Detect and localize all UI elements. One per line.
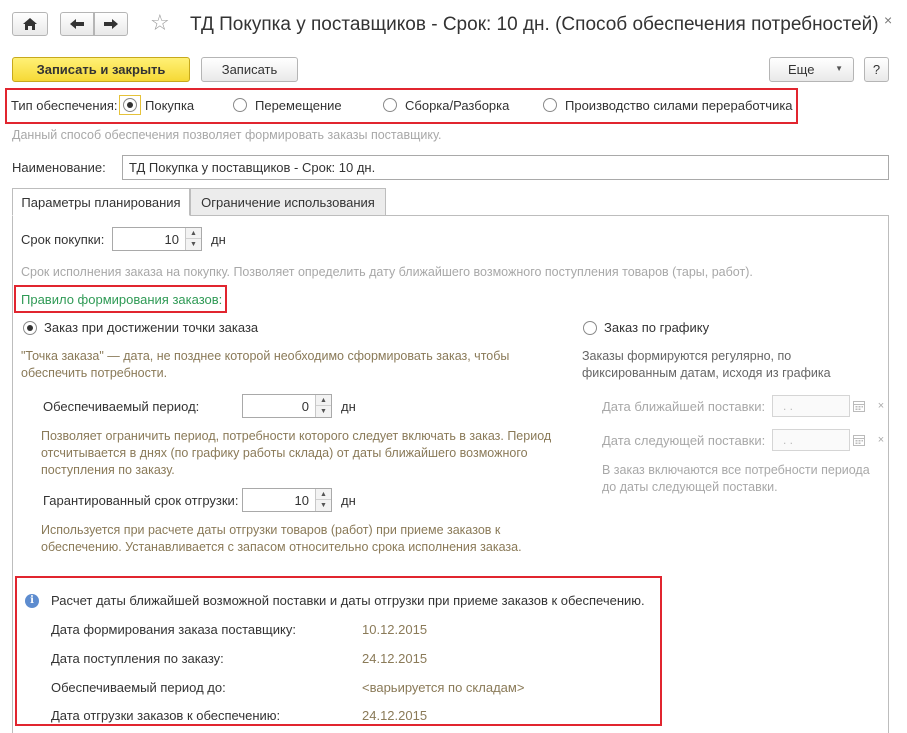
save-button[interactable]: Записать [201,57,298,82]
calendar-icon[interactable] [850,431,868,449]
save-and-close-button[interactable]: Записать и закрыть [12,57,190,82]
calc-row-value: 24.12.2015 [362,651,428,666]
radio-processor[interactable] [543,98,557,112]
stepper-up-icon[interactable]: ▲ [316,395,331,406]
stepper-up-icon[interactable]: ▲ [186,228,201,239]
forward-button[interactable] [94,12,128,36]
option-assembly-label: Сборка/Разборка [405,98,510,113]
calc-row-value: <варьируется по складам> [362,680,525,695]
period-stepper[interactable]: ▲ ▼ [315,395,331,417]
calc-heading: Расчет даты ближайшей возможной поставки… [51,593,645,608]
purchase-term-value: 10 [164,232,179,247]
order-point-hint: "Точка заказа" — дата, не позднее которо… [21,349,510,380]
period-hint: Позволяет ограничить период, потребности… [41,429,552,477]
radio-purchase[interactable] [123,98,137,112]
calc-row-label: Обеспечиваемый период до: [51,680,226,695]
radio-schedule[interactable] [583,321,597,335]
back-button[interactable] [60,12,94,36]
shipping-term-unit: дн [341,493,356,508]
tab-restrictions[interactable]: Ограничение использования [190,188,386,216]
calc-row-label: Дата отгрузки заказов к обеспечению: [51,708,281,723]
more-button[interactable]: Еще ▼ [769,57,854,82]
option-transfer-label: Перемещение [255,98,342,113]
calendar-icon[interactable] [850,397,868,415]
stepper-down-icon[interactable]: ▼ [316,406,331,417]
home-icon [23,18,37,30]
purchase-term-label: Срок покупки: [21,232,105,247]
calc-row-label: Дата поступления по заказу: [51,651,224,666]
shipping-term-value: 10 [294,493,309,508]
radio-assembly[interactable] [383,98,397,112]
period-label: Обеспечиваемый период: [43,399,200,414]
option-purchase-label: Покупка [145,98,195,113]
calc-row-value: 10.12.2015 [362,622,428,637]
period-input[interactable]: 0 ▲ ▼ [242,394,332,418]
close-icon[interactable]: × [884,12,892,28]
radio-order-point[interactable] [23,321,37,335]
next-delivery-label: Дата ближайшей поставки: [602,399,766,414]
purchase-term-input[interactable]: 10 ▲ ▼ [112,227,202,251]
info-icon: i [25,594,39,608]
name-label: Наименование: [12,160,106,175]
supply-type-label: Тип обеспечения: [11,98,118,113]
home-button[interactable] [12,12,48,36]
purchase-term-hint: Срок исполнения заказа на покупку. Позво… [21,265,753,279]
help-button[interactable]: ? [864,57,889,82]
purchase-term-unit: дн [211,232,226,247]
period-unit: дн [341,399,356,414]
calc-row-value: 24.12.2015 [362,708,428,723]
shipping-term-hint: Используется при расчете даты отгрузки т… [41,523,522,554]
window-title: ТД Покупка у поставщиков - Срок: 10 дн. … [190,14,879,35]
clear-icon[interactable]: × [872,431,890,449]
following-delivery-input[interactable]: . . [772,429,850,451]
arrow-left-icon [70,19,84,29]
more-label: Еще [788,62,815,77]
clear-icon[interactable]: × [872,397,890,415]
stepper-down-icon[interactable]: ▼ [316,500,331,511]
order-rule-label: Правило формирования заказов: [21,292,223,307]
following-delivery-label: Дата следующей поставки: [602,433,766,448]
schedule-label: Заказ по графику [604,320,710,335]
schedule-period-hint: В заказ включаются все потребности перио… [602,463,870,494]
arrow-right-icon [104,19,118,29]
calc-row-label: Дата формирования заказа поставщику: [51,622,296,637]
order-point-label: Заказ при достижении точки заказа [44,320,259,335]
shipping-term-stepper[interactable]: ▲ ▼ [315,489,331,511]
star-icon[interactable]: ☆ [150,10,170,36]
shipping-term-label: Гарантированный срок отгрузки: [43,493,239,508]
radio-transfer[interactable] [233,98,247,112]
option-processor-label: Производство силами переработчика [565,98,793,113]
period-value: 0 [301,399,309,414]
purchase-term-stepper[interactable]: ▲ ▼ [185,228,201,250]
next-delivery-input[interactable]: . . [772,395,850,417]
supply-type-hint: Данный способ обеспечения позволяет форм… [12,128,442,142]
schedule-hint: Заказы формируются регулярно, по фиксиро… [582,349,831,380]
shipping-term-input[interactable]: 10 ▲ ▼ [242,488,332,512]
tab-planning[interactable]: Параметры планирования [12,188,190,216]
stepper-up-icon[interactable]: ▲ [316,489,331,500]
stepper-down-icon[interactable]: ▼ [186,239,201,250]
name-input[interactable]: ТД Покупка у поставщиков - Срок: 10 дн. [122,155,889,180]
chevron-down-icon: ▼ [835,64,843,73]
